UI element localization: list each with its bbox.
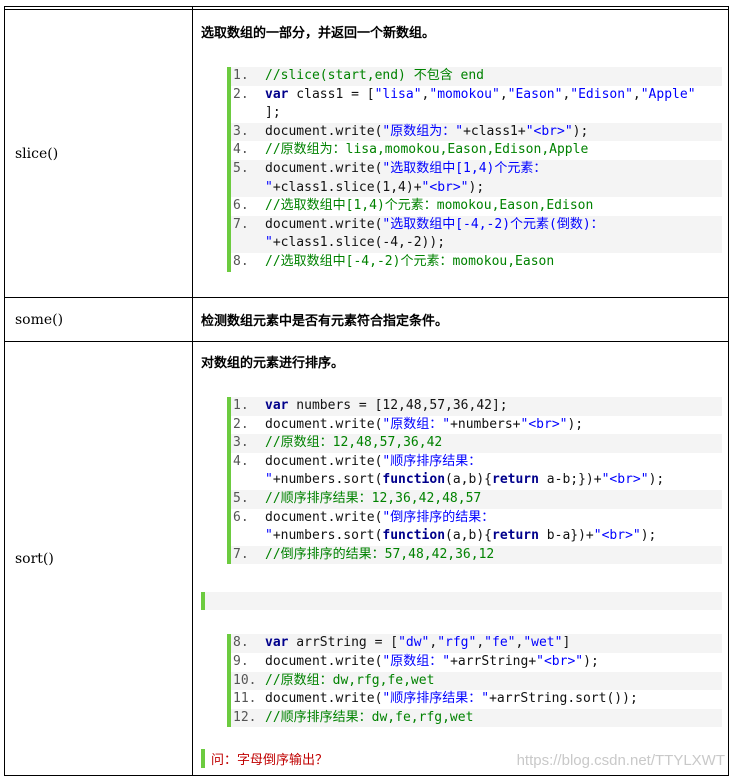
code-text: //选取数组中[1,4)个元素：momokou,Eason,Edison bbox=[265, 198, 594, 214]
code-block-slice: 1. //slice(start,end) 不包含 end 2. var class1… bbox=[227, 67, 722, 272]
code-line: 7. //倒序排序的结果：57,48,42,36,12 bbox=[231, 545, 722, 565]
code-text: document.write("倒序排序的结果： "+numbers.sort(… bbox=[265, 509, 657, 544]
code-line: 4. document.write("顺序排序结果： "+numbers.sort… bbox=[231, 453, 722, 490]
code-text: var class1 = ["lisa","momokou","Eason","… bbox=[265, 86, 696, 121]
code-line: 4. //原数组为：lisa,momokou,Eason,Edison,Apple bbox=[231, 141, 722, 160]
code-text: //原数组为：lisa,momokou,Eason,Edison,Apple bbox=[265, 142, 589, 158]
code-text: //顺序排序结果：dw,fe,rfg,wet bbox=[265, 709, 474, 725]
code-line: 6. //选取数组中[1,4)个元素：momokou,Eason,Edison bbox=[231, 197, 722, 216]
line-number: 5. bbox=[233, 490, 249, 506]
table-row-slice: slice() 选取数组的一部分，并返回一个新数组。 1. //slice(sta… bbox=[4, 9, 729, 298]
code-text: document.write("选取数组中[-4,-2)个元素(倒数)： "+c… bbox=[265, 216, 604, 251]
code-line: 3. document.write("原数组为："+class1+"<br>"); bbox=[231, 122, 722, 142]
code-text: //顺序排序结果：12,36,42,48,57 bbox=[265, 490, 482, 506]
code-text: document.write("原数组："+numbers+"<br>"); bbox=[265, 416, 584, 432]
method-desc-some: 检测数组元素中是否有元素符合指定条件。 bbox=[201, 314, 449, 329]
line-number: 8. bbox=[233, 635, 249, 651]
code-text: var numbers = [12,48,57,36,42]; bbox=[265, 398, 508, 413]
code-line: 8. var arrString = ["dw","rfg","fe","wet"… bbox=[231, 634, 722, 653]
code-text: document.write("顺序排序结果： "+numbers.sort(f… bbox=[265, 453, 665, 488]
code-line: 9. document.write("原数组："+arrString+"<br>"… bbox=[231, 653, 722, 672]
line-number: 6. bbox=[233, 509, 249, 525]
line-number: 11. bbox=[233, 691, 257, 707]
code-line: 6. document.write("倒序排序的结果： "+numbers.sor… bbox=[231, 509, 722, 546]
table-row-some: some() 检测数组元素中是否有元素符合指定条件。 bbox=[4, 297, 729, 342]
method-name-sort: sort() bbox=[4, 341, 193, 776]
code-text: document.write("顺序排序结果："+arrString.sort(… bbox=[265, 691, 638, 707]
code-line: 1. var numbers = [12,48,57,36,42]; bbox=[231, 397, 722, 416]
line-number: 2. bbox=[233, 86, 249, 102]
line-number: 7. bbox=[233, 216, 249, 232]
code-line: 2. document.write("原数组："+numbers+"<br>"); bbox=[231, 416, 722, 435]
code-line: 10. //原数组：dw,rfg,fe,wet bbox=[231, 671, 722, 691]
line-number: 2. bbox=[233, 416, 249, 432]
method-name-slice: slice() bbox=[4, 9, 193, 298]
code-line: 5. //顺序排序结果：12,36,42,48,57 bbox=[231, 489, 722, 509]
code-line: 12. //顺序排序结果：dw,fe,rfg,wet bbox=[231, 708, 722, 728]
code-text: //倒序排序的结果：57,48,42,36,12 bbox=[265, 546, 495, 562]
method-desc-sort: 对数组的元素进行排序。 bbox=[201, 356, 345, 371]
code-line: 8. //选取数组中[-4,-2)个元素：momokou,Eason bbox=[231, 253, 722, 272]
code-line: 11. document.write("顺序排序结果："+arrString.so… bbox=[231, 690, 722, 709]
line-number: 4. bbox=[233, 453, 249, 469]
line-number: 5. bbox=[233, 160, 249, 176]
line-number: 12. bbox=[233, 709, 257, 725]
code-line: 3. //原数组：12,48,57,36,42 bbox=[231, 434, 722, 453]
code-text: document.write("原数组为："+class1+"<br>"); bbox=[265, 123, 589, 139]
line-number: 1. bbox=[233, 398, 249, 413]
code-text: //原数组：dw,rfg,fe,wet bbox=[265, 672, 435, 688]
code-text: //slice(start,end) 不包含 end bbox=[265, 68, 485, 83]
line-number: 8. bbox=[233, 253, 249, 269]
code-line: 1. //slice(start,end) 不包含 end bbox=[231, 67, 722, 86]
code-line: 2. var class1 = ["lisa","momokou","Eason"… bbox=[231, 86, 722, 123]
line-number: 3. bbox=[233, 123, 249, 139]
code-text: //选取数组中[-4,-2)个元素：momokou,Eason bbox=[265, 253, 555, 269]
code-text: //原数组：12,48,57,36,42 bbox=[265, 435, 443, 451]
methods-table: slice() 选取数组的一部分，并返回一个新数组。 1. //slice(sta… bbox=[4, 6, 729, 776]
code-block-sort-strings: 8. var arrString = ["dw","rfg","fe","wet"… bbox=[227, 634, 722, 728]
watermark: https://blog.csdn.net/TTYLXWT bbox=[516, 752, 725, 769]
code-text: var arrString = ["dw","rfg","fe","wet"] bbox=[265, 635, 571, 651]
code-block-sort-numbers: 1. var numbers = [12,48,57,36,42]; 2. docum… bbox=[227, 397, 722, 565]
line-number: 7. bbox=[233, 546, 249, 562]
code-line: 5. document.write("选取数组中[1,4)个元素： "+class… bbox=[231, 159, 722, 198]
line-number: 3. bbox=[233, 435, 249, 451]
code-text: document.write("原数组："+arrString+"<br>"); bbox=[265, 653, 599, 669]
line-number: 6. bbox=[233, 198, 249, 214]
code-block-separator bbox=[201, 592, 722, 611]
line-number: 4. bbox=[233, 142, 249, 158]
method-desc-slice: 选取数组的一部分，并返回一个新数组。 bbox=[201, 26, 436, 41]
line-number: 1. bbox=[233, 68, 249, 83]
line-number: 9. bbox=[233, 653, 249, 669]
line-number: 10. bbox=[233, 672, 257, 688]
code-text: document.write("选取数组中[1,4)个元素： "+class1.… bbox=[265, 160, 547, 195]
table-row-sort: sort() 对数组的元素进行排序。 1. var numbers = [12,4… bbox=[4, 341, 729, 776]
method-name-some: some() bbox=[4, 297, 193, 342]
code-line: 7. document.write("选取数组中[-4,-2)个元素(倒数)： "… bbox=[231, 215, 722, 253]
